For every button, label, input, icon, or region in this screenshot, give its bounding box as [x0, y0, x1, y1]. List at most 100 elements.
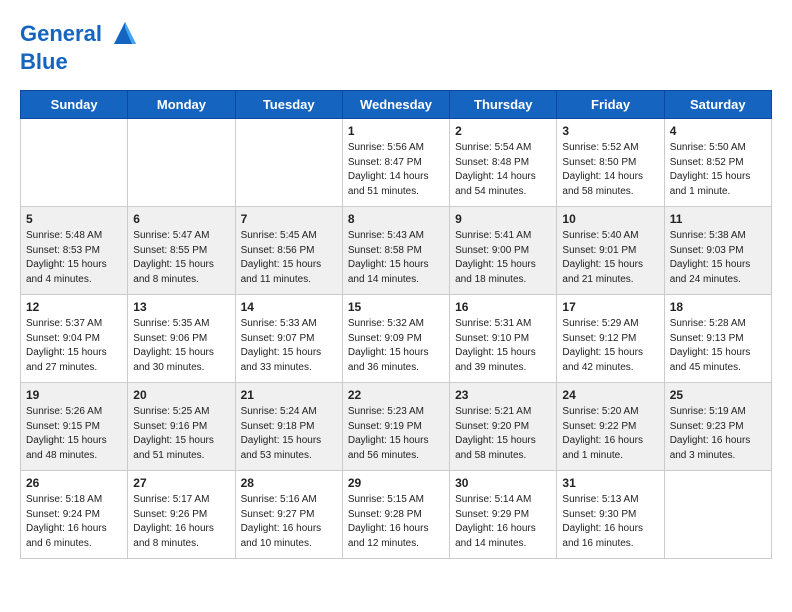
- calendar-cell: 12Sunrise: 5:37 AMSunset: 9:04 PMDayligh…: [21, 295, 128, 383]
- col-header-monday: Monday: [128, 91, 235, 119]
- day-number: 14: [241, 300, 337, 314]
- calendar-cell: 28 Sunrise: 5:16 AMSunset: 9:27 PMDayligh…: [235, 471, 342, 559]
- day-number: 7: [241, 212, 337, 226]
- day-number: 26: [26, 476, 122, 490]
- calendar-cell: 21 Sunrise: 5:24 AMSunset: 9:18 PMDayligh…: [235, 383, 342, 471]
- day-number: 4: [670, 124, 766, 138]
- day-info: Sunrise: 5:24 AMSunset: 9:18 PMDaylight:…: [241, 405, 337, 463]
- day-info: Sunrise: 5:20 AMSunset: 9:22 PMDaylight:…: [562, 405, 658, 463]
- day-number: 29: [348, 476, 444, 490]
- day-number: 2: [455, 124, 551, 138]
- calendar-cell: 10Sunrise: 5:40 AMSunset: 9:01 PMDayligh…: [557, 207, 664, 295]
- day-info: Sunrise: 5:33 AMSunset: 9:07 PMDaylight:…: [241, 317, 337, 375]
- calendar-cell: 18Sunrise: 5:28 AMSunset: 9:13 PMDayligh…: [664, 295, 771, 383]
- day-info: Sunrise: 5:56 AMSunset: 8:47 PMDaylight:…: [348, 141, 444, 199]
- calendar-cell: 17 Sunrise: 5:29 AMSunset: 9:12 PMDayligh…: [557, 295, 664, 383]
- day-info: Sunrise: 5:25 AMSunset: 9:16 PMDaylight:…: [133, 405, 229, 463]
- calendar-cell: 13Sunrise: 5:35 AMSunset: 9:06 PMDayligh…: [128, 295, 235, 383]
- day-number: 8: [348, 212, 444, 226]
- calendar-cell: 31 Sunrise: 5:13 AMSunset: 9:30 PMDayligh…: [557, 471, 664, 559]
- day-number: 25: [670, 388, 766, 402]
- day-info: Sunrise: 5:50 AMSunset: 8:52 PMDaylight:…: [670, 141, 766, 199]
- calendar-cell: 29 Sunrise: 5:15 AMSunset: 9:28 PMDayligh…: [342, 471, 449, 559]
- day-info: Sunrise: 5:16 AMSunset: 9:27 PMDaylight:…: [241, 493, 337, 551]
- day-info: Sunrise: 5:38 AMSunset: 9:03 PMDaylight:…: [670, 229, 766, 287]
- calendar-cell: 22Sunrise: 5:23 AMSunset: 9:19 PMDayligh…: [342, 383, 449, 471]
- calendar-cell: [235, 119, 342, 207]
- calendar-cell: 30Sunrise: 5:14 AMSunset: 9:29 PMDayligh…: [450, 471, 557, 559]
- day-number: 23: [455, 388, 551, 402]
- calendar-week-4: 19Sunrise: 5:26 AMSunset: 9:15 PMDayligh…: [21, 383, 772, 471]
- day-info: Sunrise: 5:15 AMSunset: 9:28 PMDaylight:…: [348, 493, 444, 551]
- calendar-cell: 15 Sunrise: 5:32 AMSunset: 9:09 PMDayligh…: [342, 295, 449, 383]
- day-info: Sunrise: 5:31 AMSunset: 9:10 PMDaylight:…: [455, 317, 551, 375]
- col-header-friday: Friday: [557, 91, 664, 119]
- day-number: 27: [133, 476, 229, 490]
- day-info: Sunrise: 5:41 AMSunset: 9:00 PMDaylight:…: [455, 229, 551, 287]
- calendar-week-2: 5 Sunrise: 5:48 AMSunset: 8:53 PMDaylight…: [21, 207, 772, 295]
- day-info: Sunrise: 5:48 AMSunset: 8:53 PMDaylight:…: [26, 229, 122, 287]
- day-info: Sunrise: 5:28 AMSunset: 9:13 PMDaylight:…: [670, 317, 766, 375]
- day-number: 3: [562, 124, 658, 138]
- day-number: 30: [455, 476, 551, 490]
- calendar-cell: 11 Sunrise: 5:38 AMSunset: 9:03 PMDayligh…: [664, 207, 771, 295]
- day-info: Sunrise: 5:45 AMSunset: 8:56 PMDaylight:…: [241, 229, 337, 287]
- col-header-wednesday: Wednesday: [342, 91, 449, 119]
- calendar-cell: 25Sunrise: 5:19 AMSunset: 9:23 PMDayligh…: [664, 383, 771, 471]
- day-info: Sunrise: 5:37 AMSunset: 9:04 PMDaylight:…: [26, 317, 122, 375]
- col-header-saturday: Saturday: [664, 91, 771, 119]
- day-info: Sunrise: 5:52 AMSunset: 8:50 PMDaylight:…: [562, 141, 658, 199]
- calendar-cell: 2 Sunrise: 5:54 AMSunset: 8:48 PMDaylight…: [450, 119, 557, 207]
- day-info: Sunrise: 5:26 AMSunset: 9:15 PMDaylight:…: [26, 405, 122, 463]
- day-info: Sunrise: 5:18 AMSunset: 9:24 PMDaylight:…: [26, 493, 122, 551]
- day-info: Sunrise: 5:32 AMSunset: 9:09 PMDaylight:…: [348, 317, 444, 375]
- calendar-cell: 14 Sunrise: 5:33 AMSunset: 9:07 PMDayligh…: [235, 295, 342, 383]
- day-number: 13: [133, 300, 229, 314]
- logo-blue: Blue: [20, 50, 140, 74]
- day-info: Sunrise: 5:43 AMSunset: 8:58 PMDaylight:…: [348, 229, 444, 287]
- day-number: 15: [348, 300, 444, 314]
- calendar-cell: 27Sunrise: 5:17 AMSunset: 9:26 PMDayligh…: [128, 471, 235, 559]
- day-number: 17: [562, 300, 658, 314]
- calendar-cell: 9 Sunrise: 5:41 AMSunset: 9:00 PMDaylight…: [450, 207, 557, 295]
- calendar-cell: 26 Sunrise: 5:18 AMSunset: 9:24 PMDayligh…: [21, 471, 128, 559]
- day-number: 11: [670, 212, 766, 226]
- calendar-cell: [21, 119, 128, 207]
- day-info: Sunrise: 5:47 AMSunset: 8:55 PMDaylight:…: [133, 229, 229, 287]
- day-number: 24: [562, 388, 658, 402]
- day-info: Sunrise: 5:21 AMSunset: 9:20 PMDaylight:…: [455, 405, 551, 463]
- calendar-cell: 24 Sunrise: 5:20 AMSunset: 9:22 PMDayligh…: [557, 383, 664, 471]
- col-header-sunday: Sunday: [21, 91, 128, 119]
- calendar-cell: [664, 471, 771, 559]
- calendar-cell: 3 Sunrise: 5:52 AMSunset: 8:50 PMDaylight…: [557, 119, 664, 207]
- page-header: General Blue: [20, 20, 772, 74]
- day-info: Sunrise: 5:29 AMSunset: 9:12 PMDaylight:…: [562, 317, 658, 375]
- calendar-cell: 8 Sunrise: 5:43 AMSunset: 8:58 PMDaylight…: [342, 207, 449, 295]
- calendar-header-row: SundayMondayTuesdayWednesdayThursdayFrid…: [21, 91, 772, 119]
- calendar-cell: 19Sunrise: 5:26 AMSunset: 9:15 PMDayligh…: [21, 383, 128, 471]
- day-info: Sunrise: 5:54 AMSunset: 8:48 PMDaylight:…: [455, 141, 551, 199]
- day-info: Sunrise: 5:23 AMSunset: 9:19 PMDaylight:…: [348, 405, 444, 463]
- logo-icon: [110, 18, 140, 48]
- day-info: Sunrise: 5:13 AMSunset: 9:30 PMDaylight:…: [562, 493, 658, 551]
- calendar-cell: 23 Sunrise: 5:21 AMSunset: 9:20 PMDayligh…: [450, 383, 557, 471]
- calendar-table: SundayMondayTuesdayWednesdayThursdayFrid…: [20, 90, 772, 559]
- calendar-week-1: 1Sunrise: 5:56 AMSunset: 8:47 PMDaylight…: [21, 119, 772, 207]
- calendar-cell: 6 Sunrise: 5:47 AMSunset: 8:55 PMDaylight…: [128, 207, 235, 295]
- day-number: 28: [241, 476, 337, 490]
- calendar-cell: 20Sunrise: 5:25 AMSunset: 9:16 PMDayligh…: [128, 383, 235, 471]
- day-number: 31: [562, 476, 658, 490]
- calendar-cell: 7 Sunrise: 5:45 AMSunset: 8:56 PMDaylight…: [235, 207, 342, 295]
- col-header-tuesday: Tuesday: [235, 91, 342, 119]
- day-number: 9: [455, 212, 551, 226]
- day-number: 6: [133, 212, 229, 226]
- calendar-cell: 16Sunrise: 5:31 AMSunset: 9:10 PMDayligh…: [450, 295, 557, 383]
- calendar-cell: 5 Sunrise: 5:48 AMSunset: 8:53 PMDaylight…: [21, 207, 128, 295]
- logo-text: General: [20, 20, 140, 50]
- calendar-cell: [128, 119, 235, 207]
- day-number: 21: [241, 388, 337, 402]
- day-number: 10: [562, 212, 658, 226]
- calendar-week-5: 26 Sunrise: 5:18 AMSunset: 9:24 PMDayligh…: [21, 471, 772, 559]
- day-number: 5: [26, 212, 122, 226]
- logo-general: General: [20, 21, 102, 46]
